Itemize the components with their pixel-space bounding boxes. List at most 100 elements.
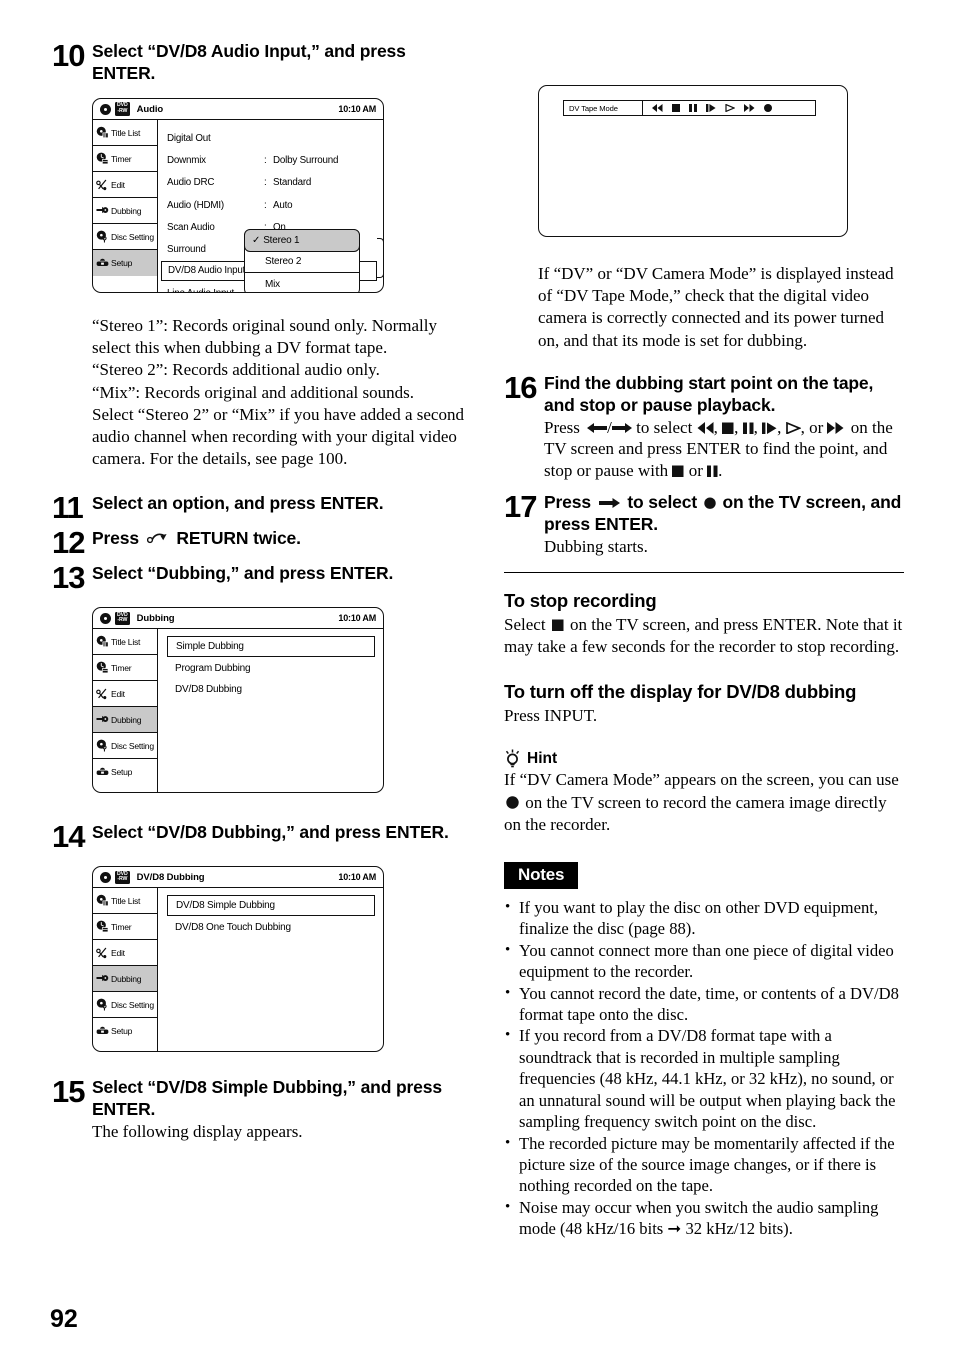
sidebar-label: Title List xyxy=(111,127,141,138)
sidebar-item-setup[interactable]: Setup xyxy=(93,1018,157,1044)
right-arrow-icon xyxy=(611,422,632,434)
step-10-title: Select “DV/D8 Audio Input,” and press EN… xyxy=(92,41,406,83)
transport-controls xyxy=(643,104,773,112)
dubbing-screen-titlebar: DVD -RW Dubbing 10:10 AM xyxy=(93,608,383,630)
to-turn-off-display-heading: To turn off the display for DV/D8 dubbin… xyxy=(504,681,857,703)
sidebar-item-dubbing[interactable]: Dubbing xyxy=(93,198,157,224)
sidebar-item-title-list[interactable]: Title List xyxy=(93,888,157,915)
step-15-subtext: The following display appears. xyxy=(92,1122,303,1142)
hint-text-1: If “DV Camera Mode” appears on the scree… xyxy=(504,770,899,790)
step-17-number: 17 xyxy=(504,489,537,525)
sidebar-item-disc-setting[interactable]: Disc Setting xyxy=(93,992,157,1019)
menu-item-dv-d8-simple-dubbing[interactable]: DV/D8 Simple Dubbing xyxy=(167,895,375,917)
dv-tape-mode-note: If “DV” or “DV Camera Mode” is displayed… xyxy=(538,264,894,350)
note-item: If you record from a DV/D8 format tape w… xyxy=(504,1025,904,1132)
rewind-icon[interactable] xyxy=(652,104,663,112)
step-13-title: Select “Dubbing,” and press ENTER. xyxy=(92,563,394,584)
sidebar-item-edit[interactable]: Edit xyxy=(93,940,157,967)
option-colon: : xyxy=(264,199,267,211)
sidebar-item-dubbing[interactable]: Dubbing xyxy=(93,966,157,993)
sidebar-item-edit[interactable]: Edit xyxy=(93,681,157,708)
disc-setting-icon xyxy=(96,998,109,1011)
option-row[interactable]: Digital Out xyxy=(158,127,383,149)
audio-input-dropdown[interactable]: ✓ Stereo 1 Stereo 2 Mix xyxy=(244,229,360,292)
sidebar-item-title-list[interactable]: Title List xyxy=(93,629,157,656)
sidebar-label: Setup xyxy=(111,767,133,778)
menu-item-dv-d8-dubbing[interactable]: DV/D8 Dubbing xyxy=(167,680,375,699)
sidebar-item-timer[interactable]: Timer xyxy=(93,146,157,172)
setup-toolbox-icon xyxy=(96,1025,109,1038)
record-icon[interactable] xyxy=(764,104,773,112)
fast-forward-icon[interactable] xyxy=(744,104,755,112)
sidebar-label: Setup xyxy=(111,1026,133,1037)
step-16-subtext: Press / to select , , , , , or on the TV… xyxy=(544,417,893,480)
sidebar-item-title-list[interactable]: Title List xyxy=(93,120,157,146)
audio-screen-titlebar: DVD -RW Audio 10:10 AM xyxy=(93,99,383,120)
step-17: 17 Press to select on the TV screen, and… xyxy=(504,491,904,558)
to-turn-off-display-section: To turn off the display for DV/D8 dubbin… xyxy=(504,680,904,727)
scissors-edit-icon xyxy=(96,687,109,700)
note-item: Noise may occur when you switch the audi… xyxy=(504,1197,904,1240)
sidebar-item-setup[interactable]: Setup xyxy=(93,759,157,785)
menu-item-dv-d8-one-touch-dubbing[interactable]: DV/D8 One Touch Dubbing xyxy=(167,918,375,937)
scissors-edit-icon xyxy=(96,946,109,959)
menu-item-simple-dubbing[interactable]: Simple Dubbing xyxy=(167,636,375,658)
stop-icon xyxy=(722,422,734,434)
option-label: Digital Out xyxy=(167,132,211,144)
audio-settings-screen: DVD-RW Audio 10:10 AM Title List Timer xyxy=(92,98,384,293)
sidebar-item-edit[interactable]: Edit xyxy=(93,172,157,198)
disc-icon xyxy=(100,871,111,883)
sidebar-label: Dubbing xyxy=(111,205,142,216)
option-row[interactable]: Audio DRC : Standard xyxy=(158,172,383,194)
hint-label: Hint xyxy=(527,749,558,767)
step-16-number: 16 xyxy=(504,369,537,405)
audio-screen-title: Audio xyxy=(136,103,164,115)
notes-list: If you want to play the disc on other DV… xyxy=(504,897,904,1240)
step-13-number: 13 xyxy=(52,560,85,596)
hint-text: If “DV Camera Mode” appears on the scree… xyxy=(504,769,904,836)
manual-page: 10 Select “DV/D8 Audio Input,” and press… xyxy=(0,0,954,1352)
dropdown-option-stereo-1[interactable]: ✓ Stereo 1 xyxy=(244,229,360,252)
option-row[interactable]: Audio (HDMI) : Auto xyxy=(158,194,383,216)
stop-recording-text-1: Select xyxy=(504,614,546,634)
sidebar-item-dubbing[interactable]: Dubbing xyxy=(93,707,157,734)
dropdown-option-label: Stereo 1 xyxy=(263,235,300,246)
option-label: Downmix xyxy=(167,154,206,166)
disc-title-list-icon xyxy=(96,126,109,139)
dv-d8-screen-sidebar: Title List Timer Edit Dubbing Disc Setti… xyxy=(93,888,158,1052)
sidebar-label: Edit xyxy=(111,947,125,958)
slow-play-icon xyxy=(762,422,777,434)
option-row[interactable]: Downmix : Dolby Surround xyxy=(158,149,383,171)
slow-play-icon[interactable] xyxy=(706,104,716,112)
sidebar-item-timer[interactable]: Timer xyxy=(93,655,157,682)
sidebar-item-disc-setting[interactable]: Disc Setting xyxy=(93,733,157,760)
scrollbar[interactable] xyxy=(377,238,383,278)
audio-options-list: Digital Out Downmix : Dolby Surround Aud… xyxy=(158,120,383,292)
check-icon: ✓ xyxy=(252,235,261,246)
dubbing-arrow-disc-icon xyxy=(96,972,109,985)
step-14: 14 Select “DV/D8 Dubbing,” and press ENT… xyxy=(52,821,470,852)
step-16: 16 Find the dubbing start point on the t… xyxy=(504,372,904,482)
record-icon xyxy=(506,795,519,809)
disc-icon xyxy=(100,612,111,624)
option-colon: : xyxy=(264,177,267,189)
dropdown-option-stereo-2[interactable]: Stereo 2 xyxy=(245,251,359,273)
sidebar-label: Disc Setting xyxy=(111,231,154,242)
step-15-title: Select “DV/D8 Simple Dubbing,” and press… xyxy=(92,1077,442,1120)
step-10-number: 10 xyxy=(52,38,85,73)
dubbing-arrow-disc-icon xyxy=(96,204,109,217)
dvd-rw-badge-icon: DVD -RW xyxy=(115,102,130,116)
dv-d8-screen-titlebar: DVD -RW DV/D8 Dubbing 10:10 AM xyxy=(93,867,383,889)
dropdown-option-mix[interactable]: Mix xyxy=(245,273,359,292)
sidebar-item-disc-setting[interactable]: Disc Setting xyxy=(93,224,157,250)
pause-icon[interactable] xyxy=(689,104,698,112)
dubbing-arrow-disc-icon xyxy=(96,713,109,726)
play-icon[interactable] xyxy=(725,104,736,112)
sidebar-item-setup[interactable]: Setup xyxy=(93,250,157,276)
sidebar-item-timer[interactable]: Timer xyxy=(93,914,157,941)
stop-icon[interactable] xyxy=(672,104,681,112)
two-column-layout: 10 Select “DV/D8 Audio Input,” and press… xyxy=(52,38,904,1240)
option-value: Dolby Surround xyxy=(273,154,339,166)
setup-toolbox-icon xyxy=(96,257,109,270)
menu-item-program-dubbing[interactable]: Program Dubbing xyxy=(167,659,375,678)
